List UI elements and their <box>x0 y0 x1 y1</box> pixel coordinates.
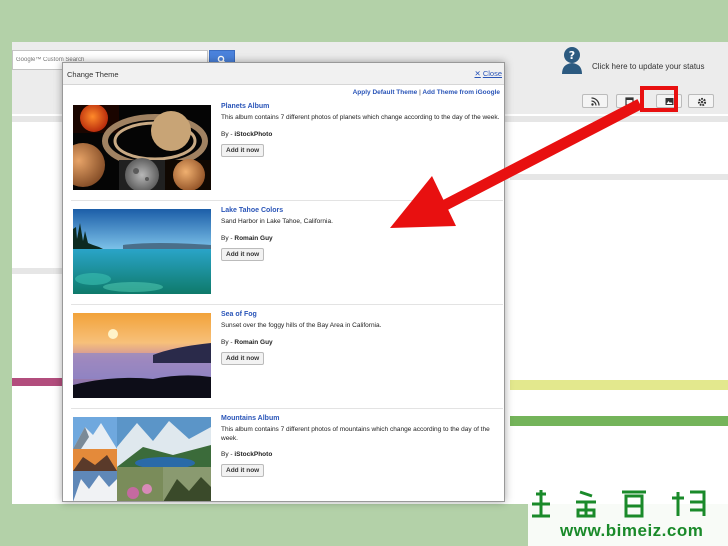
theme-item: Mountains Album This album contains 7 di… <box>71 409 503 502</box>
rss-button[interactable] <box>582 94 608 108</box>
highlight-box <box>640 86 678 112</box>
theme-name[interactable]: Sea of Fog <box>221 311 501 318</box>
close-link[interactable]: ✕ Close <box>475 69 502 78</box>
theme-info: Lake Tahoe Colors Sand Harbor in Lake Ta… <box>221 207 501 261</box>
by-prefix: By - <box>221 234 235 242</box>
add-theme-from-igoogle-link[interactable]: Add Theme from iGoogle <box>422 89 500 96</box>
theme-author: By - Romain Guy <box>221 235 501 242</box>
lake-tahoe-thumbnail[interactable] <box>73 209 211 294</box>
author-name: Romain Guy <box>234 234 273 242</box>
theme-description: This album contains 7 different photos o… <box>221 114 500 121</box>
settings-button[interactable] <box>688 94 714 108</box>
author-name: Romain Guy <box>234 338 273 346</box>
gadget-header-green <box>510 416 728 426</box>
by-prefix: By - <box>221 338 235 346</box>
theme-links: Apply Default Theme | Add Theme from iGo… <box>353 89 500 96</box>
theme-info: Planets Album This album contains 7 diff… <box>221 103 501 157</box>
theme-author: By - Romain Guy <box>221 339 501 346</box>
update-status-link[interactable]: Click here to update your status <box>592 62 705 71</box>
sea-of-fog-thumbnail[interactable] <box>73 313 211 398</box>
question-person-icon[interactable]: ? <box>560 46 584 74</box>
theme-description: Sand Harbor in Lake Tahoe, California. <box>221 218 333 225</box>
link-separator: | <box>419 89 421 96</box>
rss-icon <box>591 97 600 106</box>
theme-name[interactable]: Mountains Album <box>221 415 501 422</box>
add-theme-button[interactable]: Add it now <box>221 464 265 477</box>
theme-item: Lake Tahoe Colors Sand Harbor in Lake Ta… <box>71 201 503 305</box>
section-divider <box>510 174 728 180</box>
by-prefix: By - <box>221 130 235 138</box>
mountains-thumbnail[interactable] <box>73 417 211 502</box>
planets-thumbnail[interactable] <box>73 105 211 190</box>
svg-text:?: ? <box>569 49 575 62</box>
close-label: Close <box>482 69 502 78</box>
theme-item: Planets Album This album contains 7 diff… <box>71 97 503 201</box>
gear-icon <box>697 97 707 107</box>
author-name: iStockPhoto <box>234 130 273 138</box>
calendar-icon <box>625 97 634 106</box>
theme-author: By - iStockPhoto <box>221 131 501 138</box>
theme-description: This album contains 7 different photos o… <box>221 426 490 442</box>
gadget-header-yellow <box>510 380 728 390</box>
theme-name[interactable]: Planets Album <box>221 103 501 110</box>
change-theme-dialog: Change Theme ✕ Close Apply Default Theme … <box>62 62 505 502</box>
watermark-logo-icon <box>532 490 706 518</box>
by-prefix: By - <box>221 451 235 458</box>
theme-item: Sea of Fog Sunset over the foggy hills o… <box>71 305 503 409</box>
dialog-header: Change Theme ✕ Close <box>63 63 504 85</box>
theme-name[interactable]: Lake Tahoe Colors <box>221 207 501 214</box>
close-icon: ✕ <box>474 69 481 78</box>
theme-description: Sunset over the foggy hills of the Bay A… <box>221 322 382 329</box>
theme-info: Mountains Album This album contains 7 di… <box>221 415 501 477</box>
author-name: iStockPhoto <box>234 451 273 458</box>
apply-default-theme-link[interactable]: Apply Default Theme <box>353 89 418 96</box>
dialog-title: Change Theme <box>67 70 119 79</box>
theme-author: By - iStockPhoto <box>221 451 501 458</box>
add-theme-button[interactable]: Add it now <box>221 351 265 365</box>
theme-info: Sea of Fog Sunset over the foggy hills o… <box>221 311 501 365</box>
calendar-button[interactable] <box>616 94 642 108</box>
add-theme-button[interactable]: Add it now <box>221 143 265 157</box>
add-theme-button[interactable]: Add it now <box>221 247 265 261</box>
watermark-url: www.bimeiz.com <box>560 521 704 540</box>
